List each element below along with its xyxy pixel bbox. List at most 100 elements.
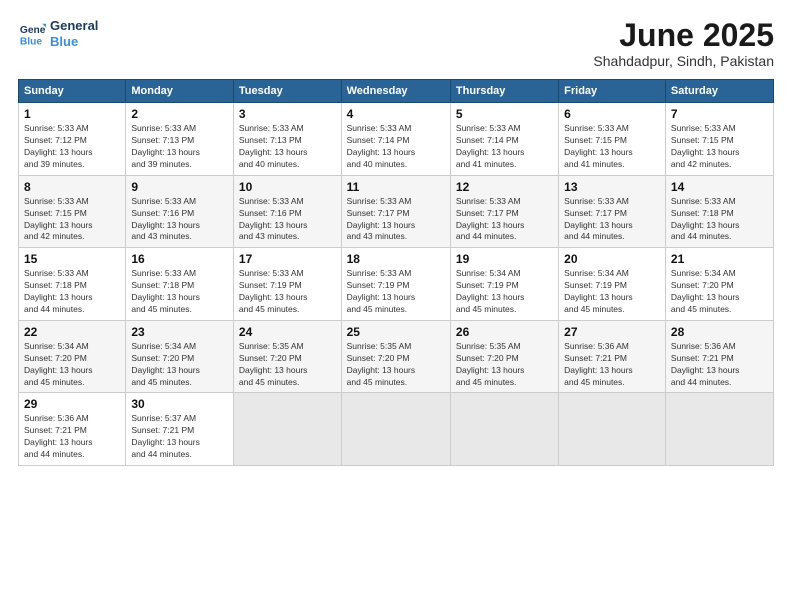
table-row: 11 Sunrise: 5:33 AM Sunset: 7:17 PM Dayli… xyxy=(341,175,450,248)
day-info: Sunrise: 5:33 AM Sunset: 7:16 PM Dayligh… xyxy=(239,196,336,244)
day-info: Sunrise: 5:37 AM Sunset: 7:21 PM Dayligh… xyxy=(131,413,228,461)
day-number: 10 xyxy=(239,180,336,194)
day-number: 24 xyxy=(239,325,336,339)
table-row: 24 Sunrise: 5:35 AM Sunset: 7:20 PM Dayli… xyxy=(233,320,341,393)
table-row: 16 Sunrise: 5:33 AM Sunset: 7:18 PM Dayli… xyxy=(126,248,234,321)
col-saturday: Saturday xyxy=(665,80,773,103)
table-row: 28 Sunrise: 5:36 AM Sunset: 7:21 PM Dayli… xyxy=(665,320,773,393)
calendar-table: Sunday Monday Tuesday Wednesday Thursday… xyxy=(18,79,774,466)
day-number: 28 xyxy=(671,325,768,339)
day-number: 18 xyxy=(347,252,445,266)
table-row xyxy=(559,393,666,466)
calendar-page: General Blue GeneralBlue June 2025 Shahd… xyxy=(0,0,792,612)
day-info: Sunrise: 5:34 AM Sunset: 7:20 PM Dayligh… xyxy=(24,341,120,389)
day-number: 19 xyxy=(456,252,553,266)
table-row: 1Sunrise: 5:33 AM Sunset: 7:12 PM Daylig… xyxy=(19,103,126,176)
title-block: June 2025 Shahdadpur, Sindh, Pakistan xyxy=(593,18,774,69)
col-monday: Monday xyxy=(126,80,234,103)
day-number: 30 xyxy=(131,397,228,411)
day-info: Sunrise: 5:36 AM Sunset: 7:21 PM Dayligh… xyxy=(24,413,120,461)
day-number: 5 xyxy=(456,107,553,121)
day-info: Sunrise: 5:35 AM Sunset: 7:20 PM Dayligh… xyxy=(347,341,445,389)
day-info: Sunrise: 5:33 AM Sunset: 7:18 PM Dayligh… xyxy=(24,268,120,316)
day-number: 2 xyxy=(131,107,228,121)
day-number: 21 xyxy=(671,252,768,266)
calendar-row-1: 1Sunrise: 5:33 AM Sunset: 7:12 PM Daylig… xyxy=(19,103,774,176)
day-number: 20 xyxy=(564,252,660,266)
table-row: 9 Sunrise: 5:33 AM Sunset: 7:16 PM Daylig… xyxy=(126,175,234,248)
svg-text:General: General xyxy=(20,25,46,36)
table-row: 3Sunrise: 5:33 AM Sunset: 7:13 PM Daylig… xyxy=(233,103,341,176)
col-tuesday: Tuesday xyxy=(233,80,341,103)
col-friday: Friday xyxy=(559,80,666,103)
table-row: 10 Sunrise: 5:33 AM Sunset: 7:16 PM Dayli… xyxy=(233,175,341,248)
table-row: 19 Sunrise: 5:34 AM Sunset: 7:19 PM Dayli… xyxy=(450,248,558,321)
calendar-row-2: 8Sunrise: 5:33 AM Sunset: 7:15 PM Daylig… xyxy=(19,175,774,248)
day-number: 22 xyxy=(24,325,120,339)
day-info: Sunrise: 5:34 AM Sunset: 7:19 PM Dayligh… xyxy=(564,268,660,316)
table-row: 23Sunrise: 5:34 AM Sunset: 7:20 PM Dayli… xyxy=(126,320,234,393)
day-info: Sunrise: 5:33 AM Sunset: 7:15 PM Dayligh… xyxy=(564,123,660,171)
day-number: 17 xyxy=(239,252,336,266)
col-sunday: Sunday xyxy=(19,80,126,103)
day-info: Sunrise: 5:33 AM Sunset: 7:14 PM Dayligh… xyxy=(347,123,445,171)
calendar-row-3: 15 Sunrise: 5:33 AM Sunset: 7:18 PM Dayli… xyxy=(19,248,774,321)
table-row: 12Sunrise: 5:33 AM Sunset: 7:17 PM Dayli… xyxy=(450,175,558,248)
day-number: 9 xyxy=(131,180,228,194)
month-title: June 2025 xyxy=(593,18,774,53)
day-number: 7 xyxy=(671,107,768,121)
table-row: 26Sunrise: 5:35 AM Sunset: 7:20 PM Dayli… xyxy=(450,320,558,393)
col-wednesday: Wednesday xyxy=(341,80,450,103)
day-number: 1 xyxy=(24,107,120,121)
day-info: Sunrise: 5:33 AM Sunset: 7:16 PM Dayligh… xyxy=(131,196,228,244)
day-number: 15 xyxy=(24,252,120,266)
col-thursday: Thursday xyxy=(450,80,558,103)
day-info: Sunrise: 5:33 AM Sunset: 7:17 PM Dayligh… xyxy=(347,196,445,244)
day-info: Sunrise: 5:33 AM Sunset: 7:13 PM Dayligh… xyxy=(239,123,336,171)
day-info: Sunrise: 5:33 AM Sunset: 7:15 PM Dayligh… xyxy=(24,196,120,244)
day-number: 13 xyxy=(564,180,660,194)
day-number: 4 xyxy=(347,107,445,121)
day-info: Sunrise: 5:34 AM Sunset: 7:20 PM Dayligh… xyxy=(131,341,228,389)
day-info: Sunrise: 5:33 AM Sunset: 7:17 PM Dayligh… xyxy=(564,196,660,244)
day-number: 16 xyxy=(131,252,228,266)
table-row: 14 Sunrise: 5:33 AM Sunset: 7:18 PM Dayli… xyxy=(665,175,773,248)
table-row: 18 Sunrise: 5:33 AM Sunset: 7:19 PM Dayli… xyxy=(341,248,450,321)
calendar-row-4: 22 Sunrise: 5:34 AM Sunset: 7:20 PM Dayli… xyxy=(19,320,774,393)
table-row xyxy=(341,393,450,466)
table-row xyxy=(233,393,341,466)
table-row: 20 Sunrise: 5:34 AM Sunset: 7:19 PM Dayli… xyxy=(559,248,666,321)
day-number: 6 xyxy=(564,107,660,121)
logo-text: GeneralBlue xyxy=(50,18,98,49)
table-row: 8Sunrise: 5:33 AM Sunset: 7:15 PM Daylig… xyxy=(19,175,126,248)
table-row: 2 Sunrise: 5:33 AM Sunset: 7:13 PM Daylig… xyxy=(126,103,234,176)
day-info: Sunrise: 5:33 AM Sunset: 7:18 PM Dayligh… xyxy=(131,268,228,316)
table-row xyxy=(450,393,558,466)
day-info: Sunrise: 5:33 AM Sunset: 7:19 PM Dayligh… xyxy=(347,268,445,316)
column-headers: Sunday Monday Tuesday Wednesday Thursday… xyxy=(19,80,774,103)
table-row: 17 Sunrise: 5:33 AM Sunset: 7:19 PM Dayli… xyxy=(233,248,341,321)
logo-icon: General Blue xyxy=(18,20,46,48)
table-row: 5 Sunrise: 5:33 AM Sunset: 7:14 PM Daylig… xyxy=(450,103,558,176)
table-row: 30 Sunrise: 5:37 AM Sunset: 7:21 PM Dayli… xyxy=(126,393,234,466)
table-row: 13 Sunrise: 5:33 AM Sunset: 7:17 PM Dayli… xyxy=(559,175,666,248)
table-row xyxy=(665,393,773,466)
table-row: 6 Sunrise: 5:33 AM Sunset: 7:15 PM Daylig… xyxy=(559,103,666,176)
day-info: Sunrise: 5:33 AM Sunset: 7:15 PM Dayligh… xyxy=(671,123,768,171)
day-info: Sunrise: 5:34 AM Sunset: 7:19 PM Dayligh… xyxy=(456,268,553,316)
svg-text:Blue: Blue xyxy=(20,36,43,47)
day-info: Sunrise: 5:35 AM Sunset: 7:20 PM Dayligh… xyxy=(456,341,553,389)
location: Shahdadpur, Sindh, Pakistan xyxy=(593,53,774,69)
day-number: 11 xyxy=(347,180,445,194)
table-row: 27Sunrise: 5:36 AM Sunset: 7:21 PM Dayli… xyxy=(559,320,666,393)
day-info: Sunrise: 5:33 AM Sunset: 7:19 PM Dayligh… xyxy=(239,268,336,316)
logo: General Blue GeneralBlue xyxy=(18,18,98,49)
table-row: 15 Sunrise: 5:33 AM Sunset: 7:18 PM Dayli… xyxy=(19,248,126,321)
day-info: Sunrise: 5:36 AM Sunset: 7:21 PM Dayligh… xyxy=(671,341,768,389)
day-info: Sunrise: 5:35 AM Sunset: 7:20 PM Dayligh… xyxy=(239,341,336,389)
day-info: Sunrise: 5:33 AM Sunset: 7:14 PM Dayligh… xyxy=(456,123,553,171)
day-info: Sunrise: 5:33 AM Sunset: 7:18 PM Dayligh… xyxy=(671,196,768,244)
day-number: 14 xyxy=(671,180,768,194)
day-number: 29 xyxy=(24,397,120,411)
day-info: Sunrise: 5:33 AM Sunset: 7:13 PM Dayligh… xyxy=(131,123,228,171)
